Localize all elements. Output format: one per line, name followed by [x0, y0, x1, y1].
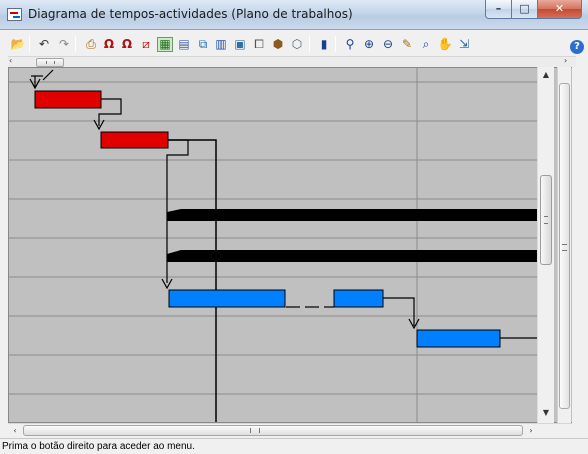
copy-button[interactable]: ⧠: [251, 37, 267, 52]
resources-button[interactable]: ⬢: [270, 37, 286, 52]
gantt-view-button[interactable]: ▦: [157, 37, 173, 52]
gantt-view-icon: ▦: [159, 37, 171, 51]
summary-bar: [167, 209, 538, 221]
status-bar: Prima o botão direito para aceder ao men…: [0, 438, 588, 454]
scroll-right-icon[interactable]: ›: [524, 424, 538, 437]
box-icon: ⬡: [291, 37, 303, 51]
box-button[interactable]: ⬡: [289, 37, 305, 52]
export-button[interactable]: ⇲: [456, 37, 472, 52]
title-bar[interactable]: Diagrama de tempos-actividades (Plano de…: [0, 0, 588, 30]
gantt-canvas[interactable]: [9, 68, 538, 423]
zoom-select-icon: ⚲: [345, 37, 355, 51]
zoom-in-icon: ⊕: [363, 37, 375, 51]
table-view-button[interactable]: ▤: [176, 37, 192, 52]
scroll-thumb[interactable]: [36, 58, 64, 67]
pan-hand-icon: ✋: [437, 37, 453, 51]
network-view-button[interactable]: ⧉: [195, 37, 211, 52]
pencil-icon: ✎: [401, 37, 413, 51]
histogram-view-icon: ▥: [215, 37, 227, 51]
calendar-button[interactable]: ▣: [232, 37, 248, 52]
scroll-thumb[interactable]: [559, 83, 570, 409]
minimize-button[interactable]: –: [485, 0, 512, 19]
open-folder-button[interactable]: 📂: [10, 37, 26, 52]
bottom-horizontal-scrollbar[interactable]: ‹ ›: [8, 423, 572, 437]
caption-buttons: – □ ✕: [485, 0, 582, 20]
minimize-icon: –: [495, 2, 502, 15]
pencil-button[interactable]: ✎: [399, 37, 415, 52]
scroll-right-icon[interactable]: ›: [564, 56, 574, 66]
resources-icon: ⬢: [272, 37, 284, 51]
copy-icon: ⧠: [254, 37, 264, 51]
open-folder-icon: 📂: [10, 37, 26, 51]
calendar-icon: ▣: [234, 37, 246, 51]
summary-bar: [167, 250, 538, 262]
print-icon: ⎙: [86, 37, 96, 51]
task-bar-critical: [34, 90, 102, 109]
task-bar-normal: [333, 289, 384, 308]
scroll-thumb[interactable]: [540, 175, 552, 265]
scroll-left-icon[interactable]: ‹: [8, 424, 22, 437]
scroll-up-icon[interactable]: ▲: [538, 67, 554, 83]
gantt-chart-area[interactable]: [8, 67, 572, 423]
redo-button[interactable]: ↷: [56, 37, 72, 52]
zoom-out-icon: ⊖: [382, 37, 394, 51]
unlink-task-icon: Ω: [121, 37, 133, 51]
toolbar-separator: [75, 36, 76, 52]
delete-link-button[interactable]: ⧄: [138, 37, 154, 52]
export-icon: ⇲: [458, 37, 470, 51]
chart-vertical-scrollbar[interactable]: ▲ ▼: [537, 67, 554, 423]
pan-hand-button[interactable]: ✋: [437, 37, 453, 52]
task-bar-normal: [416, 329, 501, 348]
task-bar-critical: [100, 131, 169, 149]
app-icon: [7, 8, 22, 21]
delete-link-icon: ⧄: [142, 37, 150, 51]
top-horizontal-scrollbar[interactable]: ‹ ›: [8, 56, 576, 67]
link-task-button[interactable]: Ω: [101, 37, 117, 52]
redo-icon: ↷: [58, 37, 70, 51]
scroll-thumb[interactable]: [23, 425, 523, 436]
window-title: Diagrama de tempos-actividades (Plano de…: [28, 7, 353, 21]
undo-icon: ↶: [38, 37, 50, 51]
outer-vertical-scrollbar[interactable]: [557, 67, 571, 423]
scroll-down-icon[interactable]: ▼: [538, 405, 554, 421]
histogram-view-button[interactable]: ▥: [213, 37, 229, 52]
toolbar: 📂 ↶ ↷ ⎙ Ω Ω ⧄ ▦ ▤ ⧉ ▥ ▣ ⧠ ⬢ ⬡ ▮ ⚲ ⊕ ⊖ ✎ …: [0, 31, 588, 55]
zoom-out-button[interactable]: ⊖: [380, 37, 396, 52]
magnify-button[interactable]: ⌕: [418, 37, 434, 52]
table-view-icon: ▤: [178, 37, 190, 51]
zoom-in-button[interactable]: ⊕: [361, 37, 377, 52]
help-icon[interactable]: ?: [570, 40, 584, 54]
toolbar-separator: [309, 36, 310, 52]
scroll-left-icon[interactable]: ‹: [9, 56, 19, 66]
close-icon: ✕: [554, 2, 565, 15]
maximize-icon: □: [519, 2, 530, 15]
scroll-up-icon[interactable]: [558, 67, 572, 81]
undo-button[interactable]: ↶: [36, 37, 52, 52]
zoom-select-button[interactable]: ⚲: [342, 37, 358, 52]
toolbar-separator: [335, 36, 336, 52]
unlink-task-button[interactable]: Ω: [119, 37, 135, 52]
maximize-button[interactable]: □: [512, 0, 538, 19]
scroll-down-icon[interactable]: [558, 409, 572, 423]
task-bar-normal: [168, 289, 286, 308]
close-button[interactable]: ✕: [538, 0, 582, 19]
status-text: Prima o botão direito para aceder ao men…: [2, 441, 195, 452]
gantt-window: Diagrama de tempos-actividades (Plano de…: [0, 0, 588, 454]
bar-chart-button[interactable]: ▮: [316, 37, 332, 52]
bar-chart-icon: ▮: [320, 37, 328, 51]
print-button[interactable]: ⎙: [83, 37, 99, 52]
magnify-icon: ⌕: [422, 37, 430, 51]
link-task-icon: Ω: [103, 37, 115, 51]
network-view-icon: ⧉: [198, 37, 208, 51]
toolbar-separator: [29, 36, 30, 52]
